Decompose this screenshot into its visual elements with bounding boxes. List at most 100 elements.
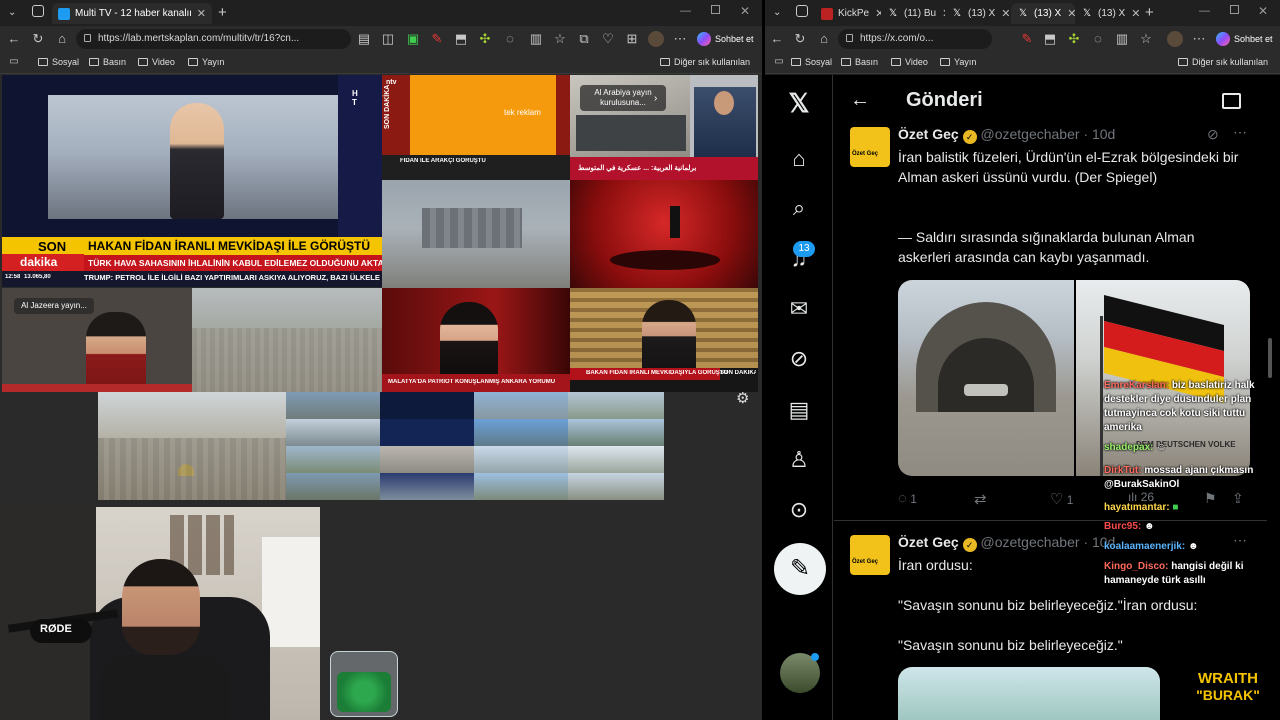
post-more-icon[interactable]: ⋯ <box>1233 532 1247 549</box>
bookmark-icon[interactable]: ⚑ <box>1204 490 1217 507</box>
repost-icon[interactable]: ⇄ <box>974 490 987 508</box>
post-avatar[interactable]: Özet Geç <box>850 535 890 575</box>
right-tab-x-2[interactable]: 𝕏 (13) X ✕ <box>945 3 1009 24</box>
post-more-icon[interactable]: ⋯ <box>1233 124 1247 141</box>
extension-icon[interactable]: ◌ <box>1090 31 1106 47</box>
x-logo-icon[interactable]: 𝕏 <box>785 89 813 117</box>
more-icon[interactable]: ⋯ <box>672 31 688 47</box>
minimize-button[interactable]: — <box>1199 5 1210 17</box>
video-tile-reporter[interactable]: BAKAN FİDAN İRANLI MEVKİDAŞIYLA GÖRÜŞTÜ … <box>570 288 758 392</box>
favorites-icon[interactable]: ☆ <box>1138 31 1154 47</box>
grok-icon[interactable]: ⊘ <box>1207 126 1219 143</box>
like-button[interactable]: ♡ 1 <box>1050 490 1073 508</box>
webcam-grid[interactable] <box>286 392 664 500</box>
bookmark-other[interactable]: Diğer sık kullanılan <box>660 57 750 67</box>
search-icon[interactable]: ⌕ <box>785 194 813 222</box>
extension-icon[interactable]: ▤ <box>356 31 372 47</box>
profile-avatar[interactable] <box>648 31 664 47</box>
favorites-icon[interactable]: ☆ <box>552 31 568 47</box>
post-age[interactable]: · 10d <box>1083 126 1115 142</box>
video-tile-red-studio[interactable] <box>570 180 758 288</box>
bookmark-yayin[interactable]: Yayın <box>940 57 976 67</box>
extension-icon[interactable]: ◌ <box>502 31 518 47</box>
close-window-button[interactable]: ✕ <box>1258 4 1268 18</box>
bookmark-sosyal[interactable]: Sosyal <box>791 57 832 67</box>
bookmarks-menu-icon[interactable]: ▭ <box>771 54 787 70</box>
maximize-button[interactable] <box>711 5 720 14</box>
refresh-icon[interactable]: ↻ <box>792 31 808 47</box>
reply-button[interactable]: ◌ 1 <box>898 490 917 507</box>
bookmarks-menu-icon[interactable]: ▭ <box>6 54 22 70</box>
close-tab-icon[interactable]: ✕ <box>1125 7 1139 20</box>
video-tile-ad[interactable]: H T <box>2 75 382 237</box>
back-icon[interactable]: ← <box>769 31 785 47</box>
aljazeera-tag[interactable]: Al Jazeera yayın... <box>14 298 94 314</box>
video-tile-aljazeera[interactable]: Al Jazeera yayın... <box>2 288 192 392</box>
new-tab-button[interactable]: + <box>218 4 227 21</box>
video-tile-cityscape[interactable] <box>382 180 570 288</box>
bookmark-basin[interactable]: Basın <box>89 57 126 67</box>
post-button[interactable]: ✎ <box>774 543 826 595</box>
home-icon[interactable]: ⌂ <box>54 31 70 47</box>
right-tab-x-3[interactable]: 𝕏 (13) X ✕ <box>1011 3 1075 24</box>
author-handle[interactable]: @ozetgechaber <box>980 126 1079 142</box>
home-icon[interactable]: ⌂ <box>785 145 813 173</box>
post-media-hangar[interactable] <box>898 280 1074 476</box>
extension-icon[interactable]: ▣ <box>405 31 421 47</box>
extension-icon[interactable]: ⬒ <box>1042 31 1058 47</box>
profile-icon[interactable]: ♙ <box>785 446 813 474</box>
bookmark-video[interactable]: Video <box>138 57 175 67</box>
chevron-right-icon[interactable]: › <box>654 93 657 104</box>
close-tab-icon[interactable]: ✕ <box>191 7 206 20</box>
grok-icon[interactable]: ⊘ <box>785 345 813 373</box>
author-name[interactable]: Özet Geç <box>898 126 959 142</box>
extension-icon[interactable]: ✣ <box>1066 31 1082 47</box>
bookmark-video[interactable]: Video <box>891 57 928 67</box>
more-circle-icon[interactable]: ⊙ <box>785 496 813 524</box>
video-tile-alarabiya[interactable]: Al Arabiya yayın kurulusuna... › برلماني… <box>570 75 758 180</box>
right-tab-x-4[interactable]: 𝕏 (13) X ✕ <box>1075 3 1139 24</box>
tab-list-icon[interactable]: ⌄ <box>773 7 781 18</box>
sohbet-button[interactable]: Sohbet et <box>1216 30 1273 48</box>
bookmark-yayin[interactable]: Yayın <box>188 57 224 67</box>
sohbet-button[interactable]: Sohbet et <box>697 30 754 48</box>
close-tab-icon[interactable]: ✕ <box>936 7 945 20</box>
video-tile-jerusalem[interactable] <box>98 392 286 500</box>
refresh-icon[interactable]: ↻ <box>30 31 46 47</box>
profile-avatar[interactable] <box>1167 31 1183 47</box>
post-media[interactable] <box>898 667 1160 720</box>
settings-gear-icon[interactable]: ⚙ <box>736 389 749 407</box>
video-tile-anchor[interactable]: MALATYA'DA PATRIOT KONUŞLANMIŞ ANKARA YO… <box>382 288 570 392</box>
messages-icon[interactable]: ✉ <box>785 295 813 323</box>
back-arrow-icon[interactable]: ← <box>850 89 870 112</box>
split-screen-icon[interactable]: ▥ <box>528 31 544 47</box>
close-tab-icon[interactable]: ✕ <box>869 7 881 20</box>
post-avatar[interactable]: Özet Geç <box>850 127 890 167</box>
maximize-button[interactable] <box>1230 5 1239 14</box>
share-icon[interactable]: ⇪ <box>1232 490 1244 507</box>
address-bar[interactable]: https://lab.mertskaplan.com/multitv/tr/1… <box>76 29 351 49</box>
bookmark-other[interactable]: Diğer sık kullanılan <box>1178 57 1268 67</box>
collections-icon[interactable]: ⧉ <box>576 31 592 47</box>
tab-list-icon[interactable]: ⌄ <box>8 7 16 18</box>
video-tile-banner[interactable]: SON dakika HAKAN FİDAN İRANLI MEVKİDAŞI … <box>2 237 382 287</box>
extension-icon[interactable]: ⬒ <box>453 31 469 47</box>
bookmark-basin[interactable]: Basın <box>841 57 878 67</box>
extension-icon[interactable]: ✎ <box>429 31 445 47</box>
downloads-icon[interactable]: ⊞ <box>624 31 640 47</box>
new-tab-button[interactable]: + <box>1145 4 1154 21</box>
reader-icon[interactable] <box>1222 93 1241 109</box>
close-window-button[interactable]: ✕ <box>740 4 750 18</box>
author-handle[interactable]: @ozetgechaber <box>980 534 1079 550</box>
back-icon[interactable]: ← <box>6 31 22 47</box>
split-screen-icon[interactable]: ▥ <box>1114 31 1130 47</box>
lists-icon[interactable]: ▤ <box>785 396 813 424</box>
minimize-button[interactable]: — <box>680 5 691 17</box>
author-name[interactable]: Özet Geç <box>898 534 959 550</box>
close-tab-icon[interactable]: ✕ <box>1061 7 1075 20</box>
extension-icon[interactable]: ✎ <box>1019 31 1035 47</box>
extension-icon[interactable]: ◫ <box>380 31 396 47</box>
more-icon[interactable]: ⋯ <box>1191 31 1207 47</box>
left-tab-multitv[interactable]: Multi TV - 12 haber kanalını aynı a ✕ <box>52 3 212 24</box>
close-tab-icon[interactable]: ✕ <box>995 7 1009 20</box>
